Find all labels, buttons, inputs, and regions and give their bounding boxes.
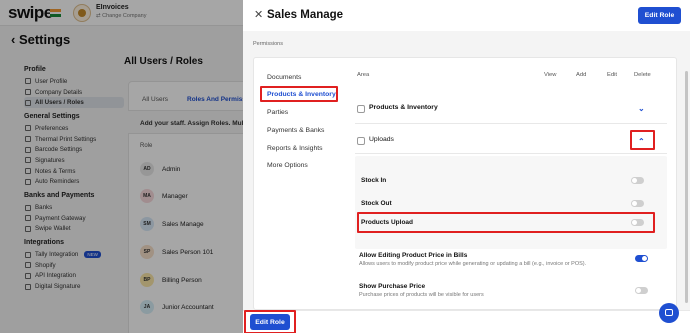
products-inventory-checkbox[interactable] — [357, 105, 365, 113]
permissions-card: Documents Products & Inventory Parties P… — [253, 57, 677, 310]
drawer-title: Sales Manage — [267, 9, 344, 21]
drawer-footer: Edit Role — [243, 310, 690, 333]
chat-icon[interactable] — [659, 303, 679, 323]
highlight-box — [260, 86, 338, 102]
stock-in-toggle[interactable] — [631, 177, 644, 184]
allow-editing-price-desc: Allows users to modify product price whi… — [359, 261, 587, 267]
uploads-checkbox[interactable] — [357, 137, 365, 145]
highlight-box — [244, 310, 296, 333]
category-parties[interactable]: Parties — [267, 106, 288, 118]
view-column-header: View — [544, 72, 557, 78]
add-column-header: Add — [576, 72, 587, 78]
area-column-header: Area — [357, 72, 370, 78]
show-purchase-price-toggle[interactable] — [635, 287, 648, 294]
edit-role-button[interactable]: Edit Role — [638, 7, 681, 24]
section-uploads: Uploads — [369, 136, 394, 143]
allow-editing-price-toggle[interactable] — [635, 255, 648, 262]
products-upload-toggle[interactable] — [631, 219, 644, 226]
allow-editing-price-title: Allow Editing Product Price in Bills — [359, 252, 468, 259]
close-icon[interactable]: ✕ — [254, 10, 263, 21]
scrollbar[interactable] — [685, 71, 688, 303]
delete-column-header: Delete — [634, 72, 651, 78]
show-purchase-price-title: Show Purchase Price — [359, 283, 426, 290]
drawer-body: Permissions Documents Products & Invento… — [243, 31, 690, 310]
category-more-options[interactable]: More Options — [267, 159, 308, 171]
show-purchase-price-desc: Purchase prices of products will be visi… — [359, 292, 484, 298]
products-upload-label: Products Upload — [361, 219, 414, 226]
section-products-inventory: Products & Inventory — [369, 104, 438, 111]
divider — [355, 153, 667, 154]
edit-column-header: Edit — [607, 72, 617, 78]
permissions-label: Permissions — [253, 41, 283, 47]
stock-in-label: Stock In — [361, 177, 387, 184]
highlight-box — [630, 130, 655, 150]
category-payments-banks[interactable]: Payments & Banks — [267, 124, 324, 136]
uploads-subsection — [355, 156, 667, 249]
role-drawer: ✕ Sales Manage Edit Role Permissions Doc… — [243, 0, 690, 333]
category-reports-insights[interactable]: Reports & Insights — [267, 142, 323, 154]
chevron-down-icon[interactable]: ⌄ — [638, 105, 645, 113]
divider — [355, 123, 667, 124]
stock-out-toggle[interactable] — [631, 200, 644, 207]
stock-out-label: Stock Out — [361, 200, 392, 207]
category-documents[interactable]: Documents — [267, 71, 301, 83]
